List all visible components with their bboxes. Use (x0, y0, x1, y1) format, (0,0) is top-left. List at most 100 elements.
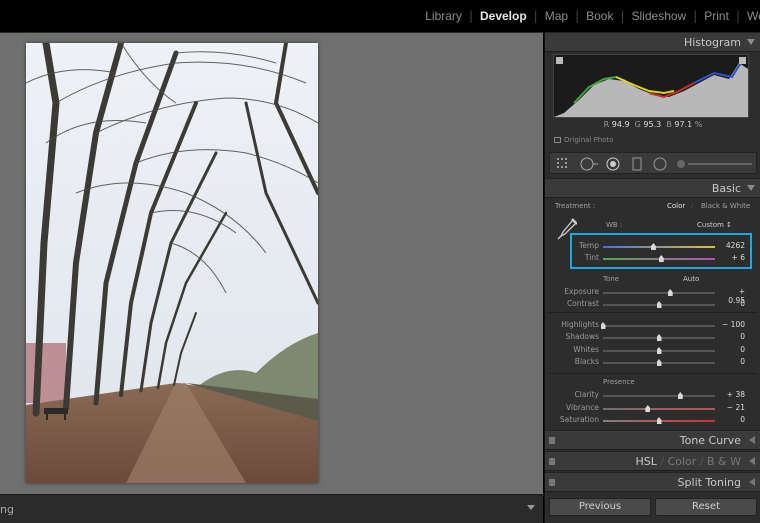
original-photo-label: Original Photo (564, 136, 614, 144)
tab-bw[interactable]: B & W (707, 455, 741, 468)
expand-triangle-icon[interactable] (749, 457, 755, 465)
divider (549, 312, 757, 313)
tool-strip (549, 152, 757, 174)
blacks-slider-thumb[interactable] (656, 359, 662, 366)
hsl-header[interactable]: HSL / Color / B & W (545, 451, 760, 471)
toolbar-label: ng (0, 503, 14, 516)
vibrance-label: Vibrance (566, 403, 599, 412)
tab-separator: / (699, 455, 707, 468)
tab-color[interactable]: Color (668, 455, 697, 468)
rgb-readout: R 94.9 G 95.3 B 97.1 % (545, 120, 760, 129)
wb-highlight-box (570, 233, 752, 269)
highlights-value[interactable]: − 100 (721, 320, 745, 329)
tone-curve-header[interactable]: Tone Curve (545, 430, 760, 450)
exposure-slider-thumb[interactable] (667, 289, 673, 296)
panel-toggle-icon[interactable] (549, 458, 555, 465)
spot-removal-icon[interactable] (580, 157, 598, 171)
module-web[interactable]: Web (740, 9, 760, 23)
whites-slider-thumb[interactable] (656, 347, 662, 354)
contrast-value[interactable]: 0 (721, 299, 745, 308)
clarity-label: Clarity (574, 390, 599, 399)
module-print[interactable]: Print (697, 9, 736, 23)
g-label: G (634, 120, 641, 129)
histogram-graph (553, 54, 749, 118)
radial-filter-icon[interactable] (653, 157, 667, 171)
contrast-slider-thumb[interactable] (656, 301, 662, 308)
shadows-value[interactable]: 0 (721, 332, 745, 341)
saturation-label: Saturation (559, 415, 599, 424)
exposure-slider[interactable] (603, 289, 715, 296)
contrast-label: Contrast (566, 299, 599, 308)
saturation-value[interactable]: 0 (721, 415, 745, 424)
presence-label: Presence (603, 378, 635, 386)
panel-toggle-icon[interactable] (549, 479, 555, 486)
original-photo-toggle[interactable]: Original Photo (554, 136, 614, 144)
original-photo-checkbox[interactable] (554, 137, 561, 143)
treatment-bw[interactable]: Black & White (701, 202, 750, 210)
photo-preview[interactable] (26, 43, 318, 483)
reset-button[interactable]: Reset (655, 498, 757, 516)
tab-hsl[interactable]: HSL (635, 455, 656, 468)
r-value: 94.9 (611, 120, 630, 129)
develop-panel: Histogram R 94.9 G 95.3 B 97.1 % Origina… (544, 32, 760, 523)
highlights-label: Highlights (561, 320, 599, 329)
module-library[interactable]: Library (418, 9, 469, 23)
blacks-slider[interactable] (603, 359, 715, 366)
basic-title: Basic (711, 182, 741, 195)
highlights-slider-thumb[interactable] (600, 322, 606, 329)
blacks-value[interactable]: 0 (721, 357, 745, 366)
adjustment-brush-slider[interactable] (676, 157, 754, 171)
clarity-slider[interactable] (603, 392, 715, 399)
panel-toggle-icon[interactable] (549, 437, 555, 444)
clarity-slider-thumb[interactable] (677, 392, 683, 399)
module-develop[interactable]: Develop (473, 9, 534, 23)
shadow-clipping-icon[interactable] (556, 57, 563, 64)
contrast-slider[interactable] (603, 301, 715, 308)
filmstrip-toolbar: ng (0, 494, 543, 523)
hsl-tabs: HSL / Color / B & W (635, 455, 741, 468)
module-book[interactable]: Book (579, 9, 620, 23)
whites-value[interactable]: 0 (721, 345, 745, 354)
auto-tone-button[interactable]: Auto (683, 275, 699, 283)
histogram-title: Histogram (683, 36, 741, 49)
expand-triangle-icon[interactable] (749, 436, 755, 444)
module-slideshow[interactable]: Slideshow (625, 9, 694, 23)
whites-label: Whites (573, 345, 599, 354)
b-label: B (666, 120, 672, 129)
highlights-slider[interactable] (600, 322, 715, 329)
vibrance-slider-thumb[interactable] (645, 405, 651, 412)
percent-unit: % (694, 120, 703, 129)
shadows-slider[interactable] (603, 334, 715, 341)
saturation-slider-thumb[interactable] (656, 417, 662, 424)
tone-curve-title: Tone Curve (679, 434, 741, 447)
wb-select[interactable]: Custom ↕ (697, 221, 732, 229)
blacks-label: Blacks (574, 357, 599, 366)
graduated-filter-icon[interactable] (630, 157, 644, 171)
wb-label: WB : (606, 221, 623, 229)
module-picker: Library | Develop | Map | Book | Slidesh… (418, 9, 760, 23)
clarity-value[interactable]: + 38 (721, 390, 745, 399)
tab-separator: / (660, 455, 668, 468)
vibrance-value[interactable]: − 21 (721, 403, 745, 412)
whites-slider[interactable] (603, 347, 715, 354)
toolbar-dropdown-icon[interactable] (527, 505, 535, 510)
red-eye-icon[interactable] (606, 157, 620, 171)
crop-icon[interactable] (556, 157, 570, 171)
collapse-triangle-icon[interactable] (747, 39, 755, 45)
expand-triangle-icon[interactable] (749, 478, 755, 486)
treatment-separator: / (691, 202, 694, 210)
collapse-triangle-icon[interactable] (747, 185, 755, 191)
highlight-clipping-icon[interactable] (739, 57, 746, 64)
work-area (0, 32, 543, 494)
treatment-color[interactable]: Color (667, 202, 685, 210)
split-toning-header[interactable]: Split Toning (545, 472, 760, 492)
treatment-label: Treatment : (555, 202, 596, 210)
module-map[interactable]: Map (538, 9, 575, 23)
histogram-header[interactable]: Histogram (545, 32, 760, 52)
divider (549, 373, 757, 374)
shadows-slider-thumb[interactable] (656, 334, 662, 341)
saturation-slider[interactable] (603, 417, 715, 424)
vibrance-slider[interactable] (603, 405, 715, 412)
basic-header[interactable]: Basic (545, 178, 760, 198)
previous-button[interactable]: Previous (549, 498, 651, 516)
